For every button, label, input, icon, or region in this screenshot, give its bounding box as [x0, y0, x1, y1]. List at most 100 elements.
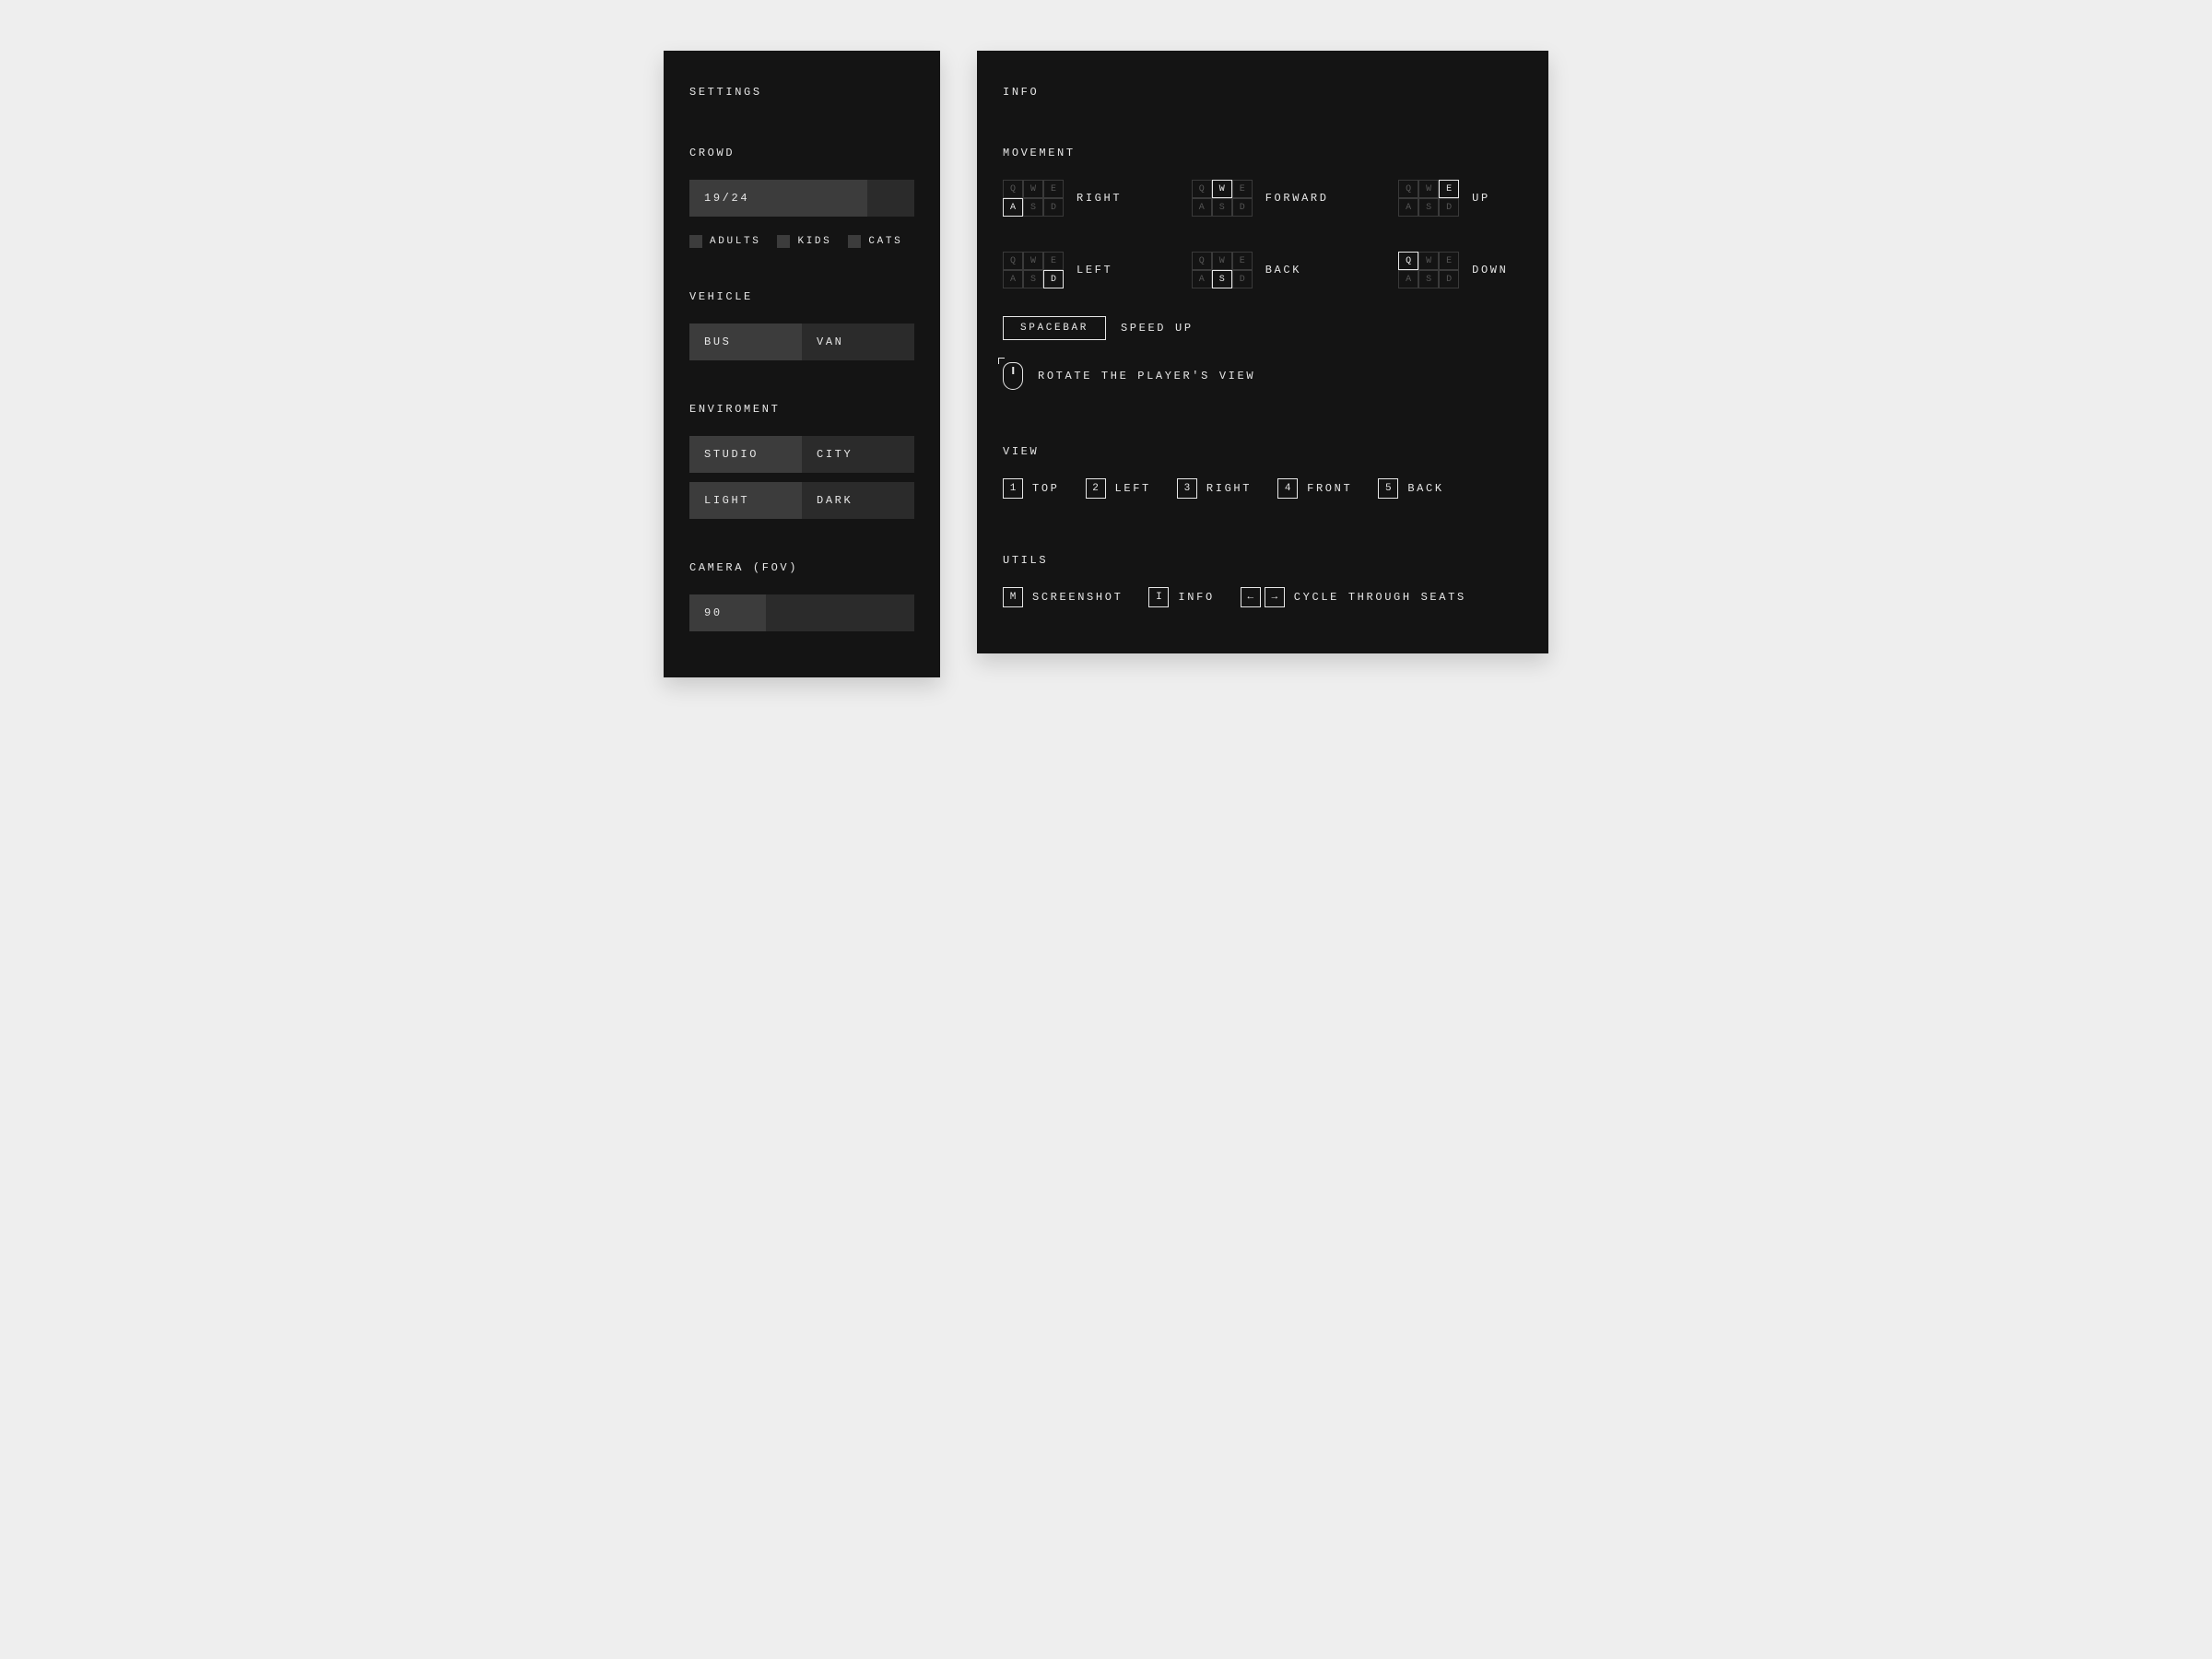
camera-slider[interactable]: 90	[689, 594, 914, 631]
movement-item-label: RIGHT	[1077, 192, 1122, 205]
movement-section: MOVEMENT QWEASDRIGHTQWEASDFORWARDQWEASDU…	[1003, 147, 1523, 390]
key-q: Q	[1398, 180, 1418, 198]
movement-item: QWEASD LEFT	[1003, 252, 1136, 288]
movement-grid: QWEASDRIGHTQWEASDFORWARDQWEASDUPQWEASDLE…	[1003, 180, 1523, 288]
key-a: A	[1192, 198, 1212, 217]
arrow-key-pair: ← →	[1241, 587, 1285, 607]
vehicle-option-bus[interactable]: BUS	[689, 324, 802, 360]
view-item-label: TOP	[1032, 482, 1060, 495]
view-item-label: BACK	[1407, 482, 1443, 495]
mouse-action-label: ROTATE THE PLAYER'S VIEW	[1038, 370, 1255, 382]
key-a: A	[1003, 270, 1023, 288]
settings-title: SETTINGS	[689, 86, 914, 99]
key-q: Q	[1192, 180, 1212, 198]
env-option-studio[interactable]: STUDIO	[689, 436, 802, 473]
environment-label: ENVIROMENT	[689, 403, 914, 416]
camera-section: CAMERA (FOV) 90	[689, 561, 914, 631]
wasd-cluster: QWEASD	[1192, 180, 1253, 217]
checkbox-label: ADULTS	[710, 236, 760, 247]
env-option-light[interactable]: LIGHT	[689, 482, 802, 519]
key-e: E	[1043, 180, 1064, 198]
settings-panel: SETTINGS CROWD 19/24 ADULTS KIDS CATS VE…	[664, 51, 940, 677]
utils-item-label: INFO	[1178, 591, 1214, 604]
key-a: A	[1398, 198, 1418, 217]
key-w: W	[1023, 252, 1043, 270]
movement-item: QWEASD BACK	[1192, 252, 1343, 288]
view-item-left: 2 LEFT	[1086, 478, 1151, 499]
environment-toggle-1: STUDIO CITY	[689, 436, 914, 473]
checkbox-adults[interactable]: ADULTS	[689, 235, 760, 248]
key-q: Q	[1003, 180, 1023, 198]
checkbox-kids[interactable]: KIDS	[777, 235, 831, 248]
mouse-icon	[1003, 362, 1023, 390]
key-e: E	[1232, 180, 1253, 198]
key-d: D	[1232, 198, 1253, 217]
view-item-back: 5 BACK	[1378, 478, 1443, 499]
key-q: Q	[1003, 252, 1023, 270]
view-row: 1 TOP 2 LEFT 3 RIGHT 4 FRONT 5 BACK	[1003, 478, 1523, 499]
crowd-slider-value: 19/24	[704, 192, 749, 205]
vehicle-section: VEHICLE BUS VAN	[689, 290, 914, 360]
utils-row: M SCREENSHOT I INFO ← → CYCLE THROUGH SE…	[1003, 587, 1523, 607]
keycap-1: 1	[1003, 478, 1023, 499]
checkbox-box-icon	[777, 235, 790, 248]
view-label: VIEW	[1003, 445, 1523, 458]
key-s: S	[1212, 270, 1232, 288]
wasd-cluster: QWEASD	[1192, 252, 1253, 288]
wasd-cluster: QWEASD	[1003, 252, 1064, 288]
keycap-4: 4	[1277, 478, 1298, 499]
key-w: W	[1418, 180, 1439, 198]
view-item-front: 4 FRONT	[1277, 478, 1352, 499]
utils-section: UTILS M SCREENSHOT I INFO ← → CYCLE THRO…	[1003, 554, 1523, 607]
key-q: Q	[1398, 252, 1418, 270]
movement-item-label: LEFT	[1077, 264, 1112, 276]
checkbox-label: KIDS	[797, 236, 831, 247]
key-d: D	[1439, 270, 1459, 288]
camera-slider-value: 90	[704, 606, 723, 619]
movement-item-label: UP	[1472, 192, 1490, 205]
crowd-checkbox-row: ADULTS KIDS CATS	[689, 235, 914, 248]
utils-item-cycle-seats: ← → CYCLE THROUGH SEATS	[1241, 587, 1466, 607]
arrow-left-icon: ←	[1241, 587, 1261, 607]
movement-item: QWEASDRIGHT	[1003, 180, 1136, 217]
utils-item-label: SCREENSHOT	[1032, 591, 1123, 604]
view-item-label: FRONT	[1307, 482, 1352, 495]
vehicle-option-van[interactable]: VAN	[802, 324, 914, 360]
spacebar-key: SPACEBAR	[1003, 316, 1106, 340]
movement-item-label: FORWARD	[1265, 192, 1329, 205]
key-w: W	[1023, 180, 1043, 198]
movement-item-label: DOWN	[1472, 264, 1508, 276]
utils-label: UTILS	[1003, 554, 1523, 567]
utils-item-screenshot: M SCREENSHOT	[1003, 587, 1123, 607]
utils-item-label: CYCLE THROUGH SEATS	[1294, 591, 1466, 604]
env-option-city[interactable]: CITY	[802, 436, 914, 473]
movement-label: MOVEMENT	[1003, 147, 1523, 159]
movement-item: QWEASDFORWARD	[1192, 180, 1343, 217]
camera-slider-fill	[689, 594, 766, 631]
key-d: D	[1043, 198, 1064, 217]
crowd-label: CROWD	[689, 147, 914, 159]
view-section: VIEW 1 TOP 2 LEFT 3 RIGHT 4 FRONT 5 BACK	[1003, 445, 1523, 499]
utils-item-info: I INFO	[1148, 587, 1214, 607]
view-item-right: 3 RIGHT	[1177, 478, 1252, 499]
keycap-2: 2	[1086, 478, 1106, 499]
movement-item-label: BACK	[1265, 264, 1301, 276]
key-e: E	[1439, 180, 1459, 198]
crowd-slider[interactable]: 19/24	[689, 180, 914, 217]
checkbox-cats[interactable]: CATS	[848, 235, 902, 248]
env-option-dark[interactable]: DARK	[802, 482, 914, 519]
wasd-cluster: QWEASD	[1398, 252, 1459, 288]
key-a: A	[1003, 198, 1023, 217]
movement-item: QWEASD DOWN	[1398, 252, 1523, 288]
key-w: W	[1212, 180, 1232, 198]
key-e: E	[1232, 252, 1253, 270]
checkbox-box-icon	[848, 235, 861, 248]
checkbox-box-icon	[689, 235, 702, 248]
key-w: W	[1212, 252, 1232, 270]
key-d: D	[1232, 270, 1253, 288]
camera-label: CAMERA (FOV)	[689, 561, 914, 574]
mouse-row: ROTATE THE PLAYER'S VIEW	[1003, 362, 1523, 390]
key-a: A	[1398, 270, 1418, 288]
view-item-top: 1 TOP	[1003, 478, 1060, 499]
key-d: D	[1439, 198, 1459, 217]
